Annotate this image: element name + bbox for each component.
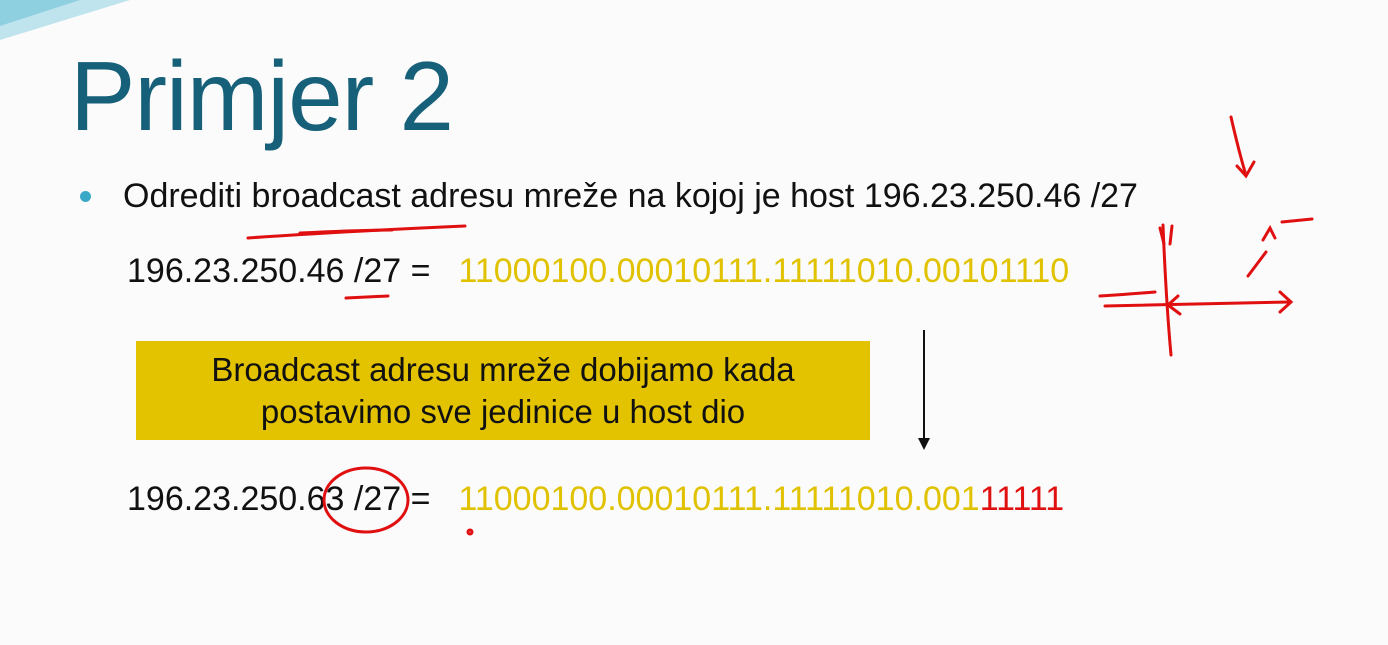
note-line-1: Broadcast adresu mreže dobijamo kada (211, 351, 795, 389)
broadcast-binary-host-part: 11111 (979, 480, 1065, 518)
bullet-text: Odrediti broadcast adresu mreže na kojoj… (123, 176, 1138, 215)
broadcast-address-row: 196.23.250.63 /27 = 11000100.00010111.11… (127, 480, 1064, 519)
broadcast-binary-network-part: 11000100.00010111.11111010.001 (458, 480, 980, 518)
corner-decoration (0, 0, 130, 40)
note-line-2: postavimo sve jedinice u host dio (260, 392, 746, 430)
bullet-item: Odrediti broadcast adresu mreže na kojoj… (80, 174, 1138, 218)
host-address-binary: 11000100.00010111.11111010.00101110 (458, 252, 1070, 290)
note-box: Broadcast adresu mreže dobijamo kada pos… (136, 341, 870, 440)
host-address-row: 196.23.250.46 /27 = 11000100.00010111.11… (127, 252, 1069, 291)
broadcast-address-label: 196.23.250.63 /27 = (127, 480, 431, 518)
bullet-icon (80, 190, 91, 202)
slide-title: Primjer 2 (70, 41, 454, 151)
slide: Primjer 2 Odrediti broadcast adresu mrež… (0, 0, 1388, 645)
host-address-label: 196.23.250.46 /27 = (127, 252, 431, 290)
down-arrow-icon (918, 330, 930, 450)
